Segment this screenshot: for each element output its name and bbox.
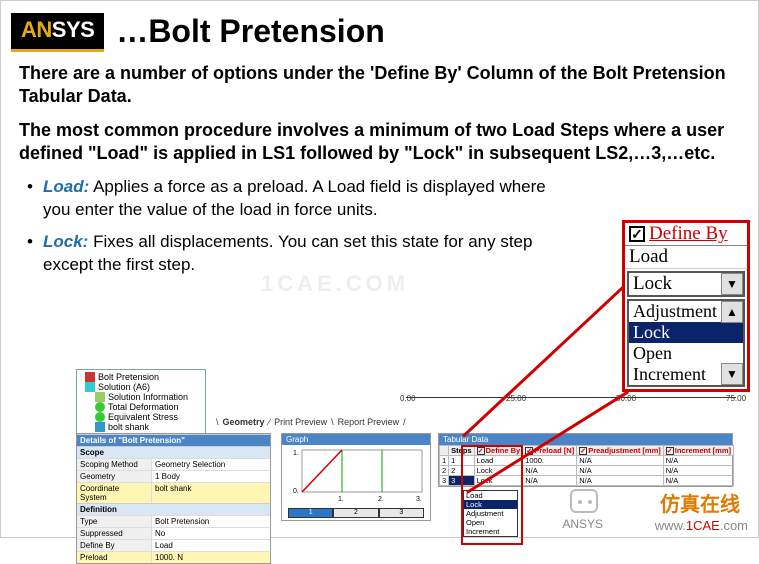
graph-plot: 1. 0. 1. 2. 3. <box>282 445 432 505</box>
details-panel: Details of "Bolt Pretension" Scope Scopi… <box>76 433 271 564</box>
col-check-icon4 <box>666 447 674 455</box>
bolt-icon <box>85 372 95 382</box>
col-preadjustment[interactable]: Preadjustment [mm] <box>577 446 664 456</box>
bullet-load: Load: Applies a force as a preload. A Lo… <box>43 176 559 222</box>
bullet-lock-text: Fixes all displacements. You can set thi… <box>43 232 532 274</box>
wechat-label: ANSYS <box>562 517 603 531</box>
svg-text:0.: 0. <box>293 488 299 495</box>
graph-step-1[interactable]: 1 <box>288 508 333 518</box>
scroll-up-icon[interactable]: ▲ <box>721 301 743 323</box>
cs-icon <box>95 422 105 432</box>
tree-bolt-shank[interactable]: bolt shank <box>85 422 203 432</box>
tab-print-preview[interactable]: Print Preview <box>274 417 327 427</box>
ansys-logo: ANSYS <box>11 13 104 52</box>
deformation-icon <box>95 402 105 412</box>
zoom-scrollbar[interactable]: ▲ ▼ <box>721 301 743 385</box>
graph-title: Graph <box>282 434 430 445</box>
svg-text:3.: 3. <box>416 496 422 503</box>
svg-text:2.: 2. <box>378 496 384 503</box>
solution-icon <box>85 382 95 392</box>
detail-geometry[interactable]: Geometry1 Body <box>77 470 270 482</box>
stress-icon <box>95 412 105 422</box>
tabular-title: Tabular Data <box>439 434 732 445</box>
detail-scoping-method[interactable]: Scoping MethodGeometry Selection <box>77 458 270 470</box>
ruler-tick-3: 75.00 <box>726 394 746 403</box>
paragraph-1: There are a number of options under the … <box>19 62 740 109</box>
bullet-load-text: Applies a force as a preload. A Load fie… <box>43 177 546 219</box>
tab-report-preview[interactable]: Report Preview <box>338 417 400 427</box>
detail-preload[interactable]: Preload1000. N <box>77 551 270 563</box>
graph-steps-bar[interactable]: 1 2 3 <box>288 508 424 518</box>
detail-type[interactable]: TypeBolt Pretension <box>77 515 270 527</box>
bullet-lock: Lock: Fixes all displacements. You can s… <box>43 231 559 277</box>
col-rownum <box>440 446 449 456</box>
tabular-data-panel: Tabular Data Steps Define By Preload [N]… <box>438 433 733 487</box>
zoom-row-load: Load <box>625 246 747 269</box>
outline-tree[interactable]: Bolt Pretension Solution (A6) Solution I… <box>76 369 206 435</box>
ruler-tick-0: 0.00 <box>400 394 416 403</box>
paragraph-2: The most common procedure involves a min… <box>19 119 740 166</box>
details-group-scope: Scope <box>77 446 270 458</box>
page-title: …Bolt Pretension <box>116 13 384 50</box>
detail-define-by[interactable]: Define ByLoad <box>77 539 270 551</box>
logo-suffix: SYS <box>52 17 95 42</box>
svg-text:1.: 1. <box>293 450 299 457</box>
detail-suppressed[interactable]: SuppressedNo <box>77 527 270 539</box>
details-group-definition: Definition <box>77 503 270 515</box>
zoom-header-label: Define By <box>649 223 728 245</box>
zoom-combo-value: Lock <box>629 273 721 295</box>
scale-ruler: 0.00 25.00 50.00 75.00 <box>406 397 736 409</box>
zoom-combo[interactable]: Lock ▼ <box>627 271 745 297</box>
zoom-header-row: Define By <box>625 223 747 246</box>
zoom-header-checkbox[interactable] <box>629 226 645 242</box>
tree-solution[interactable]: Solution (A6) <box>85 382 203 392</box>
site-watermark: www.1CAE.com <box>655 518 748 533</box>
tree-total-deformation[interactable]: Total Deformation <box>85 402 203 412</box>
dropdown-arrow-icon[interactable]: ▼ <box>721 273 743 295</box>
tree-bolt-pretension[interactable]: Bolt Pretension <box>85 372 203 382</box>
view-tabs: \Geometry∕Print Preview\Report Preview/ <box>216 417 410 427</box>
graph-step-2[interactable]: 2 <box>333 508 378 518</box>
tab-geometry[interactable]: Geometry <box>223 417 265 427</box>
graph-panel: Graph 1. 0. 1. 2. 3. 1 2 3 <box>281 433 431 521</box>
zoom-listbox[interactable]: Adjustment Lock Open Increment ▲ ▼ <box>627 299 745 387</box>
info-icon <box>95 392 105 402</box>
tree-equivalent-stress[interactable]: Equivalent Stress <box>85 412 203 422</box>
col-increment[interactable]: Increment [mm] <box>663 446 733 456</box>
bullet-load-kw: Load: <box>43 177 89 196</box>
detail-coordinate-system[interactable]: Coordinate Systembolt shank <box>77 482 270 503</box>
tree-solution-info[interactable]: Solution Information <box>85 392 203 402</box>
bullet-list: Load: Applies a force as a preload. A Lo… <box>19 176 559 278</box>
details-title: Details of "Bolt Pretension" <box>77 434 270 446</box>
logo-prefix: AN <box>21 17 52 42</box>
define-by-zoom: Define By Load Lock ▼ Adjustment Lock Op… <box>622 220 750 392</box>
graph-step-3[interactable]: 3 <box>379 508 424 518</box>
col-check-icon3 <box>579 447 587 455</box>
svg-text:1.: 1. <box>338 496 344 503</box>
slide-header: ANSYS …Bolt Pretension <box>1 1 758 58</box>
scroll-down-icon[interactable]: ▼ <box>721 363 743 385</box>
bullet-lock-kw: Lock: <box>43 232 88 251</box>
